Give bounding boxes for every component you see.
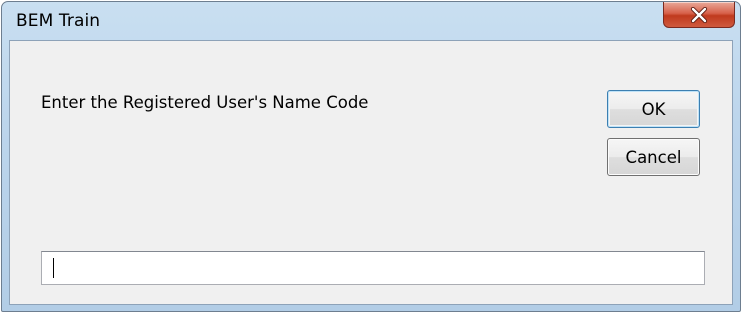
- close-button[interactable]: [663, 2, 735, 28]
- text-caret: [53, 258, 54, 278]
- window-title: BEM Train: [16, 11, 101, 31]
- cancel-button[interactable]: Cancel: [607, 138, 700, 176]
- dialog-window: BEM Train Enter the Registered User's Na…: [1, 1, 741, 312]
- title-bar[interactable]: BEM Train: [2, 2, 740, 40]
- prompt-label: Enter the Registered User's Name Code: [41, 93, 369, 112]
- close-icon: [664, 2, 734, 27]
- name-code-input[interactable]: [41, 251, 705, 285]
- ok-button[interactable]: OK: [607, 90, 700, 128]
- dialog-body: Enter the Registered User's Name Code OK…: [9, 40, 733, 305]
